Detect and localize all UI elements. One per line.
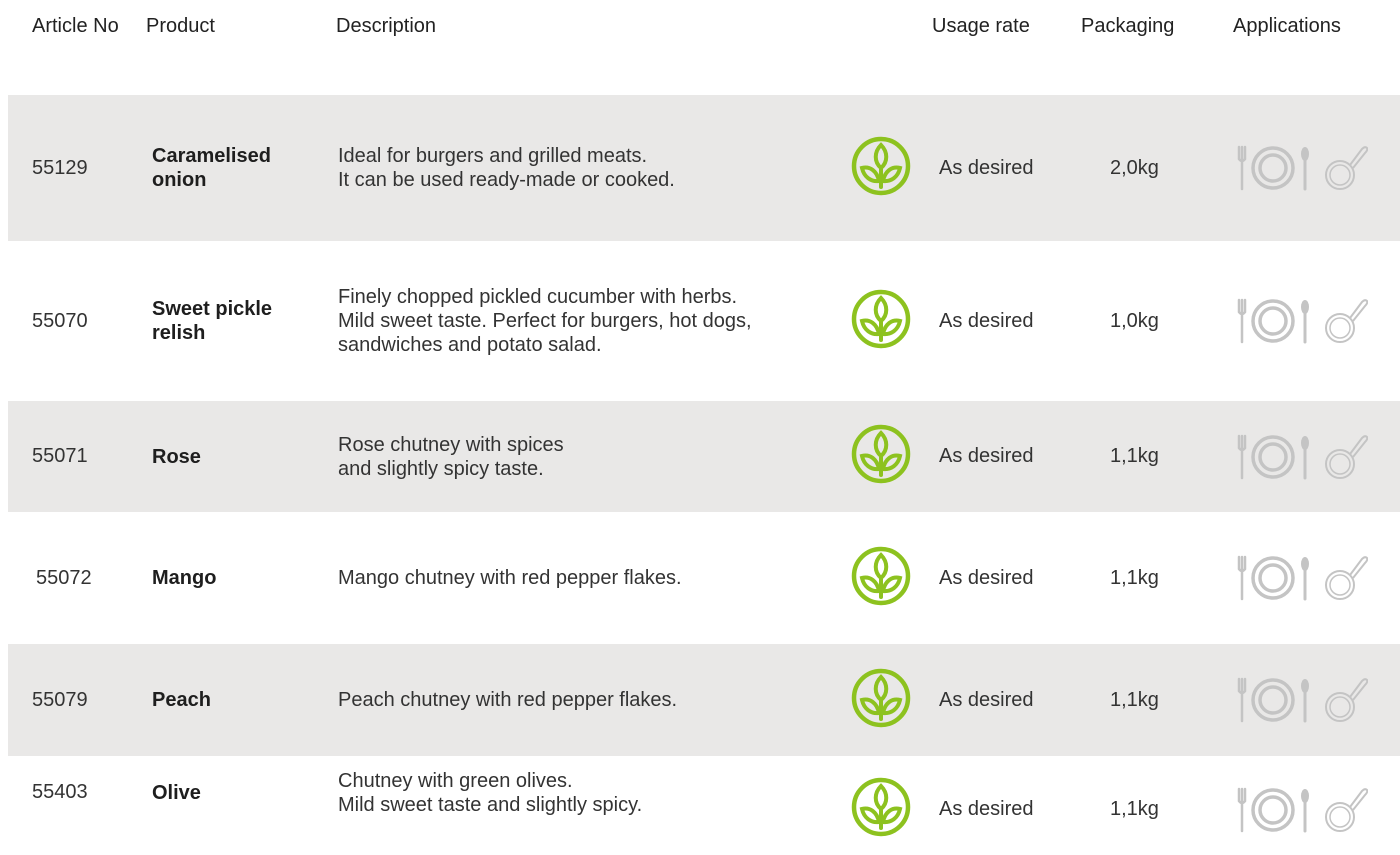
leaf-sprout-icon bbox=[850, 667, 912, 734]
packaging: 1,1kg bbox=[1110, 798, 1159, 820]
leaf-sprout-icon bbox=[850, 776, 912, 843]
plate-cutlery-icon bbox=[1236, 785, 1312, 835]
product-description: Finely chopped pickled cucumber with her… bbox=[338, 286, 752, 356]
table-row: 55403 Olive Chutney with green olives. M… bbox=[8, 756, 1400, 855]
table-row: 55072 Mango Mango chutney with red peppe… bbox=[8, 512, 1400, 644]
frying-pan-icon bbox=[1324, 675, 1368, 725]
header-product: Product bbox=[146, 15, 215, 37]
leaf-sprout-icon bbox=[850, 288, 912, 355]
article-no: 55072 bbox=[36, 566, 92, 589]
article-no: 55403 bbox=[32, 781, 88, 803]
header-description: Description bbox=[336, 15, 437, 37]
product-description: Peach chutney with red pepper flakes. bbox=[338, 689, 678, 711]
usage-rate: As desired bbox=[939, 688, 1034, 711]
header-usage-rate: Usage rate bbox=[932, 15, 1030, 37]
plate-cutlery-icon bbox=[1236, 296, 1312, 346]
table-header: Article No Product Description Usage rat… bbox=[0, 0, 1400, 60]
usage-rate: As desired bbox=[939, 798, 1034, 820]
product-name: Peach bbox=[152, 689, 211, 711]
packaging: 1,1kg bbox=[1110, 688, 1159, 711]
usage-rate: As desired bbox=[939, 566, 1034, 589]
header-applications: Applications bbox=[1233, 15, 1341, 37]
article-no: 55071 bbox=[32, 445, 88, 467]
product-description: Rose chutney with spices and slightly sp… bbox=[338, 433, 564, 480]
frying-pan-icon bbox=[1324, 432, 1368, 482]
product-name: Mango bbox=[152, 567, 217, 589]
leaf-sprout-icon bbox=[850, 135, 912, 202]
plate-cutlery-icon bbox=[1236, 675, 1312, 725]
table-row: 55070 Sweet pickle relish Finely chopped… bbox=[8, 241, 1400, 401]
usage-rate: As desired bbox=[939, 156, 1034, 179]
frying-pan-icon bbox=[1324, 143, 1368, 193]
product-description: Chutney with green olives. Mild sweet ta… bbox=[338, 769, 643, 816]
frying-pan-icon bbox=[1324, 296, 1368, 346]
plate-cutlery-icon bbox=[1236, 432, 1312, 482]
frying-pan-icon bbox=[1324, 785, 1368, 835]
leaf-sprout-icon bbox=[850, 545, 912, 612]
header-article-no: Article No bbox=[32, 15, 119, 37]
product-description: Mango chutney with red pepper flakes. bbox=[338, 567, 682, 589]
product-name: Olive bbox=[152, 781, 201, 804]
article-no: 55129 bbox=[32, 156, 88, 179]
product-description: Ideal for burgers and grilled meats. It … bbox=[338, 145, 675, 191]
table-row: 55071 Rose Rose chutney with spices and … bbox=[8, 401, 1400, 512]
product-name: Caramelised onion bbox=[152, 145, 271, 191]
packaging: 1,0kg bbox=[1110, 309, 1159, 332]
packaging: 1,1kg bbox=[1110, 445, 1159, 467]
usage-rate: As desired bbox=[939, 309, 1034, 332]
article-no: 55079 bbox=[32, 688, 88, 711]
header-packaging: Packaging bbox=[1081, 15, 1175, 37]
article-no: 55070 bbox=[32, 309, 88, 332]
table-row: 55129 Caramelised onion Ideal for burger… bbox=[8, 95, 1400, 241]
leaf-sprout-icon bbox=[850, 423, 912, 490]
product-name: Sweet pickle relish bbox=[152, 298, 273, 344]
packaging: 1,1kg bbox=[1110, 566, 1159, 589]
plate-cutlery-icon bbox=[1236, 553, 1312, 603]
usage-rate: As desired bbox=[939, 445, 1034, 467]
plate-cutlery-icon bbox=[1236, 143, 1312, 193]
packaging: 2,0kg bbox=[1110, 156, 1159, 179]
product-name: Rose bbox=[152, 445, 201, 468]
frying-pan-icon bbox=[1324, 553, 1368, 603]
table-row: 55079 Peach Peach chutney with red peppe… bbox=[8, 644, 1400, 756]
